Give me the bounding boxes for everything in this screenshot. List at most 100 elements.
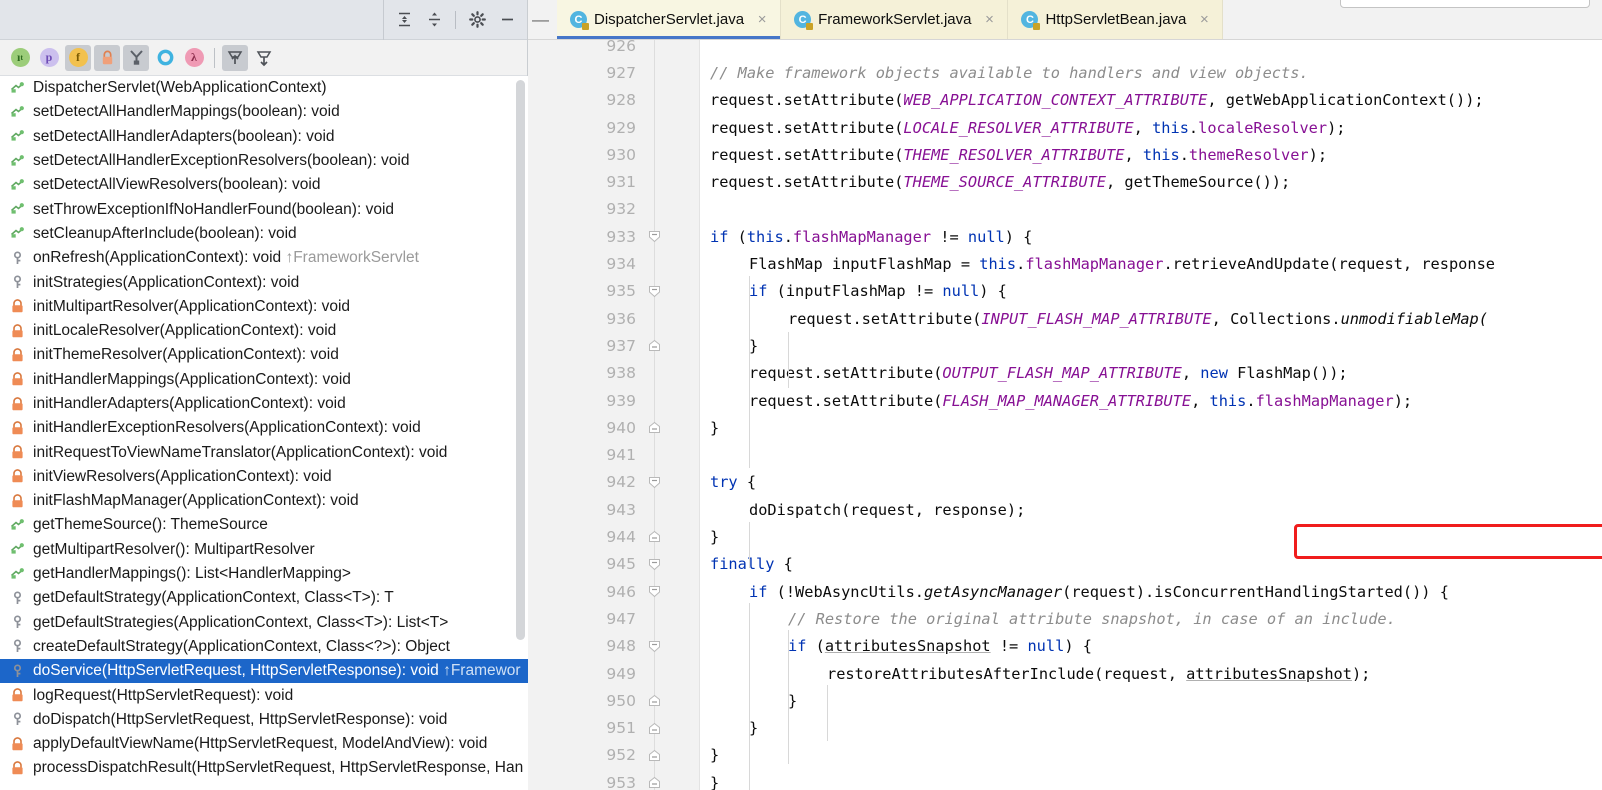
fold-collapse-icon[interactable] [648,285,661,298]
structure-item[interactable]: initHandlerMappings(ApplicationContext):… [0,368,528,392]
fold-expand-icon[interactable] [648,339,661,352]
fold-collapse-icon[interactable] [648,476,661,489]
show-non-public-icon[interactable] [94,44,120,71]
code-line[interactable]: 953} [528,769,1602,790]
sort-alphabetically-icon[interactable]: ıt [7,45,33,71]
structure-item[interactable]: getHandlerMappings(): List<HandlerMappin… [0,562,528,586]
code-line[interactable]: 949 restoreAttributesAfterInclude(request… [528,660,1602,687]
structure-item-label: initHandlerExceptionResolvers(Applicatio… [33,419,421,437]
code-line[interactable]: 948 if (attributesSnapshot != null) { [528,633,1602,660]
fold-collapse-icon[interactable] [648,585,661,598]
structure-item[interactable]: processDispatchResult(HttpServletRequest… [0,756,528,780]
tab-close-icon[interactable]: × [982,11,996,28]
structure-item[interactable]: setThrowExceptionIfNoHandlerFound(boolea… [0,197,528,221]
show-anonymous-classes-icon[interactable] [152,45,178,71]
fold-expand-icon[interactable] [648,421,661,434]
structure-item[interactable]: initHandlerExceptionResolvers(Applicatio… [0,416,528,440]
structure-item[interactable]: setCleanupAfterInclude(boolean): void [0,222,528,246]
structure-item-selected[interactable]: doService(HttpServletRequest, HttpServle… [0,659,528,684]
autoscroll-to-source-icon[interactable] [222,44,248,71]
code-line[interactable]: 926 [528,40,1602,59]
code-line[interactable]: 930 request.setAttribute(THEME_RESOLVER_A… [528,141,1602,168]
fold-expand-icon[interactable] [648,530,661,543]
show-properties-icon[interactable]: p [36,45,62,71]
structure-item[interactable]: logRequest(HttpServletRequest): void [0,683,528,707]
code-line[interactable]: 951} [528,715,1602,742]
structure-item[interactable]: initStrategies(ApplicationContext): void [0,270,528,294]
minimize-icon[interactable] [493,6,521,34]
structure-item-label: getDefaultStrategies(ApplicationContext,… [33,613,449,631]
code-line[interactable]: 938 request.setAttribute(OUTPUT_FLASH_MAP… [528,360,1602,387]
code-line[interactable]: 944} [528,523,1602,550]
structure-item[interactable]: setDetectAllHandlerExceptionResolvers(bo… [0,149,528,173]
structure-item[interactable]: initMultipartResolver(ApplicationContext… [0,295,528,319]
code-line[interactable]: 939 request.setAttribute(FLASH_MAP_MANAGE… [528,387,1602,414]
code-line[interactable]: 943 doDispatch(request, response); [528,496,1602,523]
structure-item[interactable]: getMultipartResolver(): MultipartResolve… [0,538,528,562]
structure-item[interactable]: setDetectAllViewResolvers(boolean): void [0,173,528,197]
code-line[interactable]: 947 // Restore the original attribute sna… [528,605,1602,632]
structure-scrollbar[interactable] [516,80,525,640]
editor-tab[interactable]: C FrameworkServlet.java × [781,0,1009,39]
structure-item[interactable]: doDispatch(HttpServletRequest, HttpServl… [0,708,528,732]
structure-item[interactable]: getThemeSource(): ThemeSource [0,513,528,537]
settings-gear-icon[interactable] [463,6,491,34]
fold-collapse-icon[interactable] [648,640,661,653]
autoscroll-from-source-icon[interactable] [251,45,277,71]
fold-expand-icon[interactable] [648,776,661,789]
tab-close-icon[interactable]: × [1197,11,1211,28]
structure-tree[interactable]: DispatcherServlet(WebApplicationContext)… [0,76,528,790]
structure-item[interactable]: getDefaultStrategies(ApplicationContext,… [0,611,528,635]
code-line[interactable]: 934 FlashMap inputFlashMap = this.flashMa… [528,250,1602,277]
code-line[interactable]: 950} [528,687,1602,714]
code-line[interactable]: 935 if (inputFlashMap != null) { [528,278,1602,305]
code-line[interactable]: 940} [528,414,1602,441]
structure-item-label: getDefaultStrategy(ApplicationContext, C… [33,589,394,607]
structure-item[interactable]: initViewResolvers(ApplicationContext): v… [0,465,528,489]
code-line[interactable]: 927 // Make framework objects available t… [528,59,1602,86]
editor-tab-active[interactable]: C DispatcherServlet.java × [557,0,782,39]
code-line[interactable]: 946 if (!WebAsyncUtils.getAsyncManager(re… [528,578,1602,605]
structure-item[interactable]: setDetectAllHandlerAdapters(boolean): vo… [0,125,528,149]
code-line[interactable]: 931 request.setAttribute(THEME_SOURCE_ATT… [528,169,1602,196]
code-line[interactable]: 932 [528,196,1602,223]
structure-item[interactable]: initThemeResolver(ApplicationContext): v… [0,343,528,367]
show-fields-icon[interactable]: f [65,44,91,71]
structure-item[interactable]: DispatcherServlet(WebApplicationContext) [0,76,528,100]
structure-item[interactable]: initHandlerAdapters(ApplicationContext):… [0,392,528,416]
code-line[interactable]: 933 if (this.flashMapManager != null) { [528,223,1602,250]
method-public-icon [8,128,26,146]
code-line[interactable]: 937} [528,332,1602,359]
structure-item[interactable]: getDefaultStrategy(ApplicationContext, C… [0,586,528,610]
structure-item[interactable]: initLocaleResolver(ApplicationContext): … [0,319,528,343]
code-line[interactable]: 952} [528,742,1602,769]
method-public-icon [8,565,26,583]
code-line[interactable]: 936 request.setAttribute(INPUT_FLASH_MAP_… [528,305,1602,332]
expand-all-icon[interactable] [390,6,418,34]
show-lambdas-icon[interactable]: λ [181,45,207,71]
fold-expand-icon[interactable] [648,722,661,735]
code-line[interactable]: 928 request.setAttribute(WEB_APPLICATION_… [528,87,1602,114]
structure-item[interactable]: setDetectAllHandlerMappings(boolean): vo… [0,100,528,124]
code-editor[interactable]: 926 927 // Make framework objects availabl… [528,40,1602,790]
structure-item[interactable]: createDefaultStrategy(ApplicationContext… [0,635,528,659]
structure-item[interactable]: initRequestToViewNameTranslator(Applicat… [0,440,528,464]
collapse-all-icon[interactable] [420,6,448,34]
structure-item-label: initFlashMapManager(ApplicationContext):… [33,492,359,510]
structure-item[interactable]: applyDefaultViewName(HttpServletRequest,… [0,732,528,756]
code-line[interactable]: 929 request.setAttribute(LOCALE_RESOLVER_… [528,114,1602,141]
fold-collapse-icon[interactable] [648,230,661,243]
fold-collapse-icon[interactable] [648,558,661,571]
structure-item[interactable]: onRefresh(ApplicationContext): void ↑Fra… [0,246,528,270]
code-line[interactable]: 941 [528,442,1602,469]
code-line[interactable]: 942 try { [528,469,1602,496]
line-number: 940 [606,418,636,437]
structure-item[interactable]: initFlashMapManager(ApplicationContext):… [0,489,528,513]
fold-expand-icon[interactable] [648,694,661,707]
code-line[interactable]: 945 finally { [528,551,1602,578]
show-inherited-icon[interactable] [123,44,149,71]
editor-tab[interactable]: C HttpServletBean.java × [1008,0,1224,39]
code-text: request.setAttribute(OUTPUT_FLASH_MAP_AT… [749,364,1348,383]
tab-close-icon[interactable]: × [755,11,769,28]
fold-expand-icon[interactable] [648,749,661,762]
